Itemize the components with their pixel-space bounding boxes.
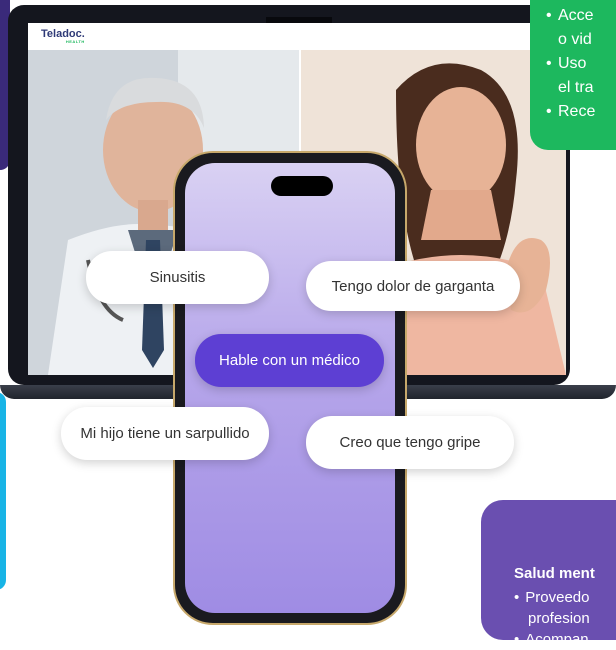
chip-sinusitis[interactable]: Sinusitis [86,251,269,304]
teladoc-logo: Teladoc. HEALTH [41,28,85,44]
chip-flu[interactable]: Creo que tengo gripe [306,416,514,469]
chip-sore-throat[interactable]: Tengo dolor de garganta [306,261,520,311]
list-item: Proveedo [514,587,590,608]
list-item: Acce [546,4,595,28]
list-item: Rece [546,100,595,124]
list-item: o vid [558,31,592,48]
talk-to-doctor-button[interactable]: Hable con un médico [195,334,384,387]
phone [175,153,405,623]
dynamic-island [271,176,333,196]
violet-card-list: Proveedo profesion Acompan [514,587,590,650]
green-card-list: Acce o vid Uso el tra Rece [546,4,595,124]
app-header: Teladoc. HEALTH [28,23,566,50]
phone-screen [185,163,395,613]
info-card-mental-health: Salud ment Proveedo profesion Acompan [481,500,616,648]
chip-child-rash[interactable]: Mi hijo tiene un sarpullido [61,407,269,460]
list-item: el tra [558,79,594,96]
list-item: Uso [546,52,595,76]
side-card-cyan [0,392,6,590]
list-item: Acompan [514,629,590,650]
list-item: profesion [528,610,590,627]
card-title: Salud ment [514,565,595,582]
info-card-green: Acce o vid Uso el tra Rece [530,0,616,150]
